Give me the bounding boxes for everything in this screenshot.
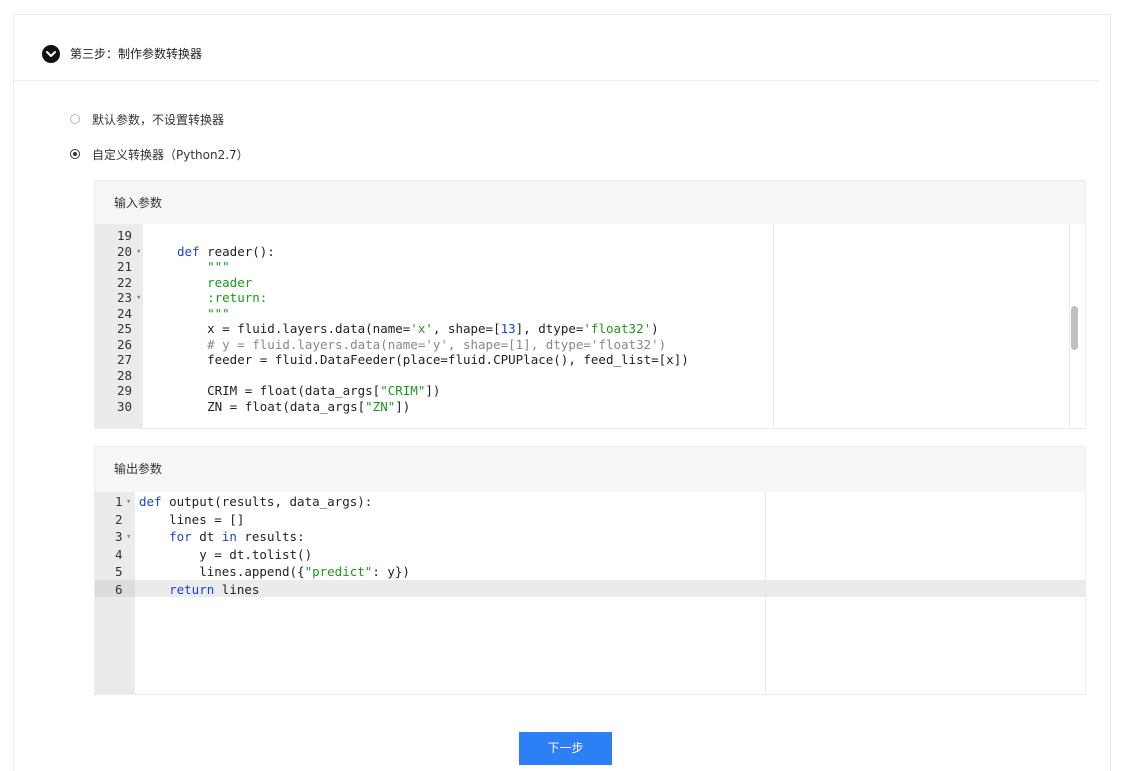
line-number: 1 [115,494,123,509]
line-number: 2 [115,511,123,527]
output-params-panel: 输出参数 1 ▾ def output(results, data_args): 2 … [94,446,1086,695]
code-text: CRIM = float(data_args["CRIM"]) [177,383,441,398]
input-code-editor[interactable]: 19 20 ▾ def reader(): 21 """ 22 reader 23 ▾ :re… [95,224,1085,428]
line-number: 4 [115,546,123,562]
code-text: :return: [177,290,268,305]
code-text: lines = [] [139,511,245,527]
code-line[interactable]: 27 feeder = fluid.DataFeeder(place=fluid… [95,352,1085,368]
chevron-down-icon[interactable] [42,45,60,63]
code-line[interactable]: 28 [95,368,1085,384]
line-number: 3 [115,529,123,544]
line-number: 30 [117,398,133,414]
next-step-button[interactable]: 下一步 [519,732,612,765]
output-code-editor[interactable]: 1 ▾ def output(results, data_args): 2 lines… [95,492,1085,694]
code-line[interactable]: 30 ZN = float(data_args["ZN"]) [95,399,1085,415]
fold-arrow-icon[interactable]: ▾ [126,529,131,545]
line-number: 5 [115,564,123,579]
code-text: x = fluid.layers.data(name='x', shape=[1… [177,321,659,336]
option-custom-label: 自定义转换器（Python2.7） [92,148,249,162]
step-title: 第三步：制作参数转换器 [70,47,203,61]
code-text: lines.append({"predict": y}) [139,564,410,579]
code-line[interactable]: 5 lines.append({"predict": y}) [95,564,1085,580]
line-number: 6 [115,581,123,597]
input-params-title: 输入参数 [114,196,163,210]
code-text: ZN = float(data_args["ZN"]) [177,398,411,414]
line-number: 19 [117,228,133,243]
line-number: 23 [117,290,133,305]
line-number: 29 [117,383,133,398]
code-line[interactable]: 26 # y = fluid.layers.data(name='y', sha… [95,337,1085,353]
code-text: """ [177,305,230,321]
code-line[interactable]: 20 ▾ def reader(): [95,244,1085,260]
code-line[interactable]: 21 """ [95,259,1085,275]
fold-arrow-icon[interactable]: ▾ [136,290,141,306]
code-line[interactable]: 25 x = fluid.layers.data(name='x', shape… [95,321,1085,337]
code-line[interactable]: 23 ▾ :return: [95,290,1085,306]
radio-custom[interactable] [70,149,80,159]
code-text: def output(results, data_args): [139,494,373,509]
code-text: for dt in results: [169,529,305,544]
code-text: y = dt.tolist() [139,546,313,562]
line-number: 22 [117,274,133,290]
line-number: 21 [117,259,133,274]
code-text: reader [177,274,253,290]
line-number: 24 [117,305,133,321]
code-text: return lines [169,581,260,597]
step-header[interactable]: 第三步：制作参数转换器 [14,15,1099,81]
radio-default[interactable] [70,114,80,124]
fold-arrow-icon[interactable]: ▾ [126,494,131,510]
code-text: # y = fluid.layers.data(name='y', shape=… [177,336,667,352]
code-line[interactable]: 6 return lines [95,582,1085,598]
line-number: 27 [117,352,133,367]
code-line[interactable]: 4 y = dt.tolist() [95,547,1085,563]
code-text: """ [177,259,230,274]
code-line[interactable]: 24 """ [95,306,1085,322]
code-line[interactable]: 29 CRIM = float(data_args["CRIM"]) [95,383,1085,399]
line-number: 26 [117,336,133,352]
code-text: feeder = fluid.DataFeeder(place=fluid.CP… [177,352,689,367]
step-card: 第三步：制作参数转换器 默认参数，不设置转换器 自定义转换器（Python2.7… [13,14,1111,771]
input-params-panel: 输入参数 19 20 ▾ def reader(): 21 """ 22 reader 23… [94,180,1086,429]
line-number: 28 [117,367,133,383]
code-line[interactable]: 1 ▾ def output(results, data_args): [95,494,1085,510]
output-params-title: 输出参数 [114,462,163,476]
code-line[interactable]: 22 reader [95,275,1085,291]
line-number: 25 [117,321,133,336]
code-line[interactable]: 3 ▾ for dt in results: [95,529,1085,545]
code-line[interactable]: 19 [95,228,1085,244]
fold-arrow-icon[interactable]: ▾ [136,244,141,260]
option-default-label: 默认参数，不设置转换器 [92,113,225,127]
line-number: 20 [117,243,133,259]
code-line[interactable]: 2 lines = [] [95,512,1085,528]
code-text: def reader(): [177,243,275,259]
